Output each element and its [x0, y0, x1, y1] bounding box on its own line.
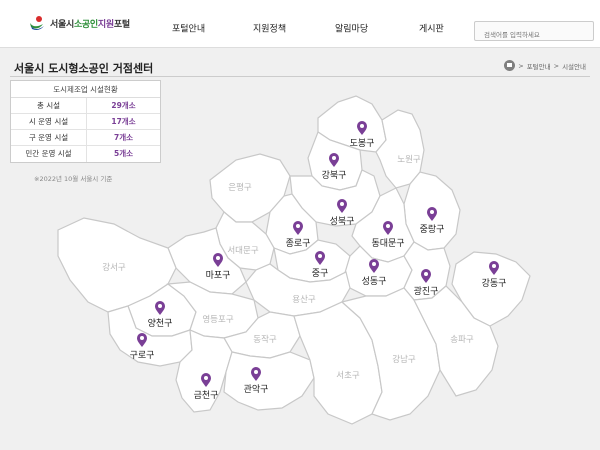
district-label: 서초구 [336, 371, 360, 381]
district-label: 송파구 [450, 335, 474, 345]
district-label[interactable]: 양천구 [148, 318, 173, 329]
district-label[interactable]: 중랑구 [420, 223, 445, 235]
district-label[interactable]: 강동구 [482, 278, 507, 289]
district-label[interactable]: 강북구 [322, 170, 347, 181]
district-label[interactable]: 중구 [312, 268, 329, 279]
district-label[interactable]: 마포구 [206, 270, 231, 281]
district-label: 강서구 [102, 262, 126, 273]
district-label[interactable]: 종로구 [286, 238, 311, 249]
district-label[interactable]: 동대문구 [371, 238, 404, 249]
district-label[interactable]: 성북구 [330, 216, 355, 227]
district-label[interactable]: 성동구 [362, 276, 387, 287]
district-label[interactable]: 관악구 [244, 383, 269, 395]
page: 서울시소공인지원포털 포털안내 지원정책 알림마당 게시판 서울시 도시형소공인… [0, 0, 600, 450]
district-label: 용산구 [292, 294, 316, 305]
district-label: 은평구 [228, 182, 252, 193]
seoul-district-map: 도봉구강북구성북구종로구 동대문구 중랑구마포구 중구성동구광진구 강동구양천구구로구금… [57, 95, 531, 425]
district-label[interactable]: 광진구 [414, 285, 439, 297]
district-label[interactable]: 금천구 [194, 390, 219, 401]
district-label[interactable]: 도봉구 [350, 138, 375, 149]
district-label: 강남구 [392, 354, 416, 365]
district-label: 노원구 [397, 155, 421, 165]
district-label: 서대문구 [227, 246, 258, 256]
district-gwanak[interactable] [223, 351, 315, 411]
district-label: 동작구 [253, 334, 277, 345]
district-label[interactable]: 구로구 [130, 350, 155, 361]
district-label: 영등포구 [202, 314, 233, 325]
district-shapes [57, 95, 531, 425]
